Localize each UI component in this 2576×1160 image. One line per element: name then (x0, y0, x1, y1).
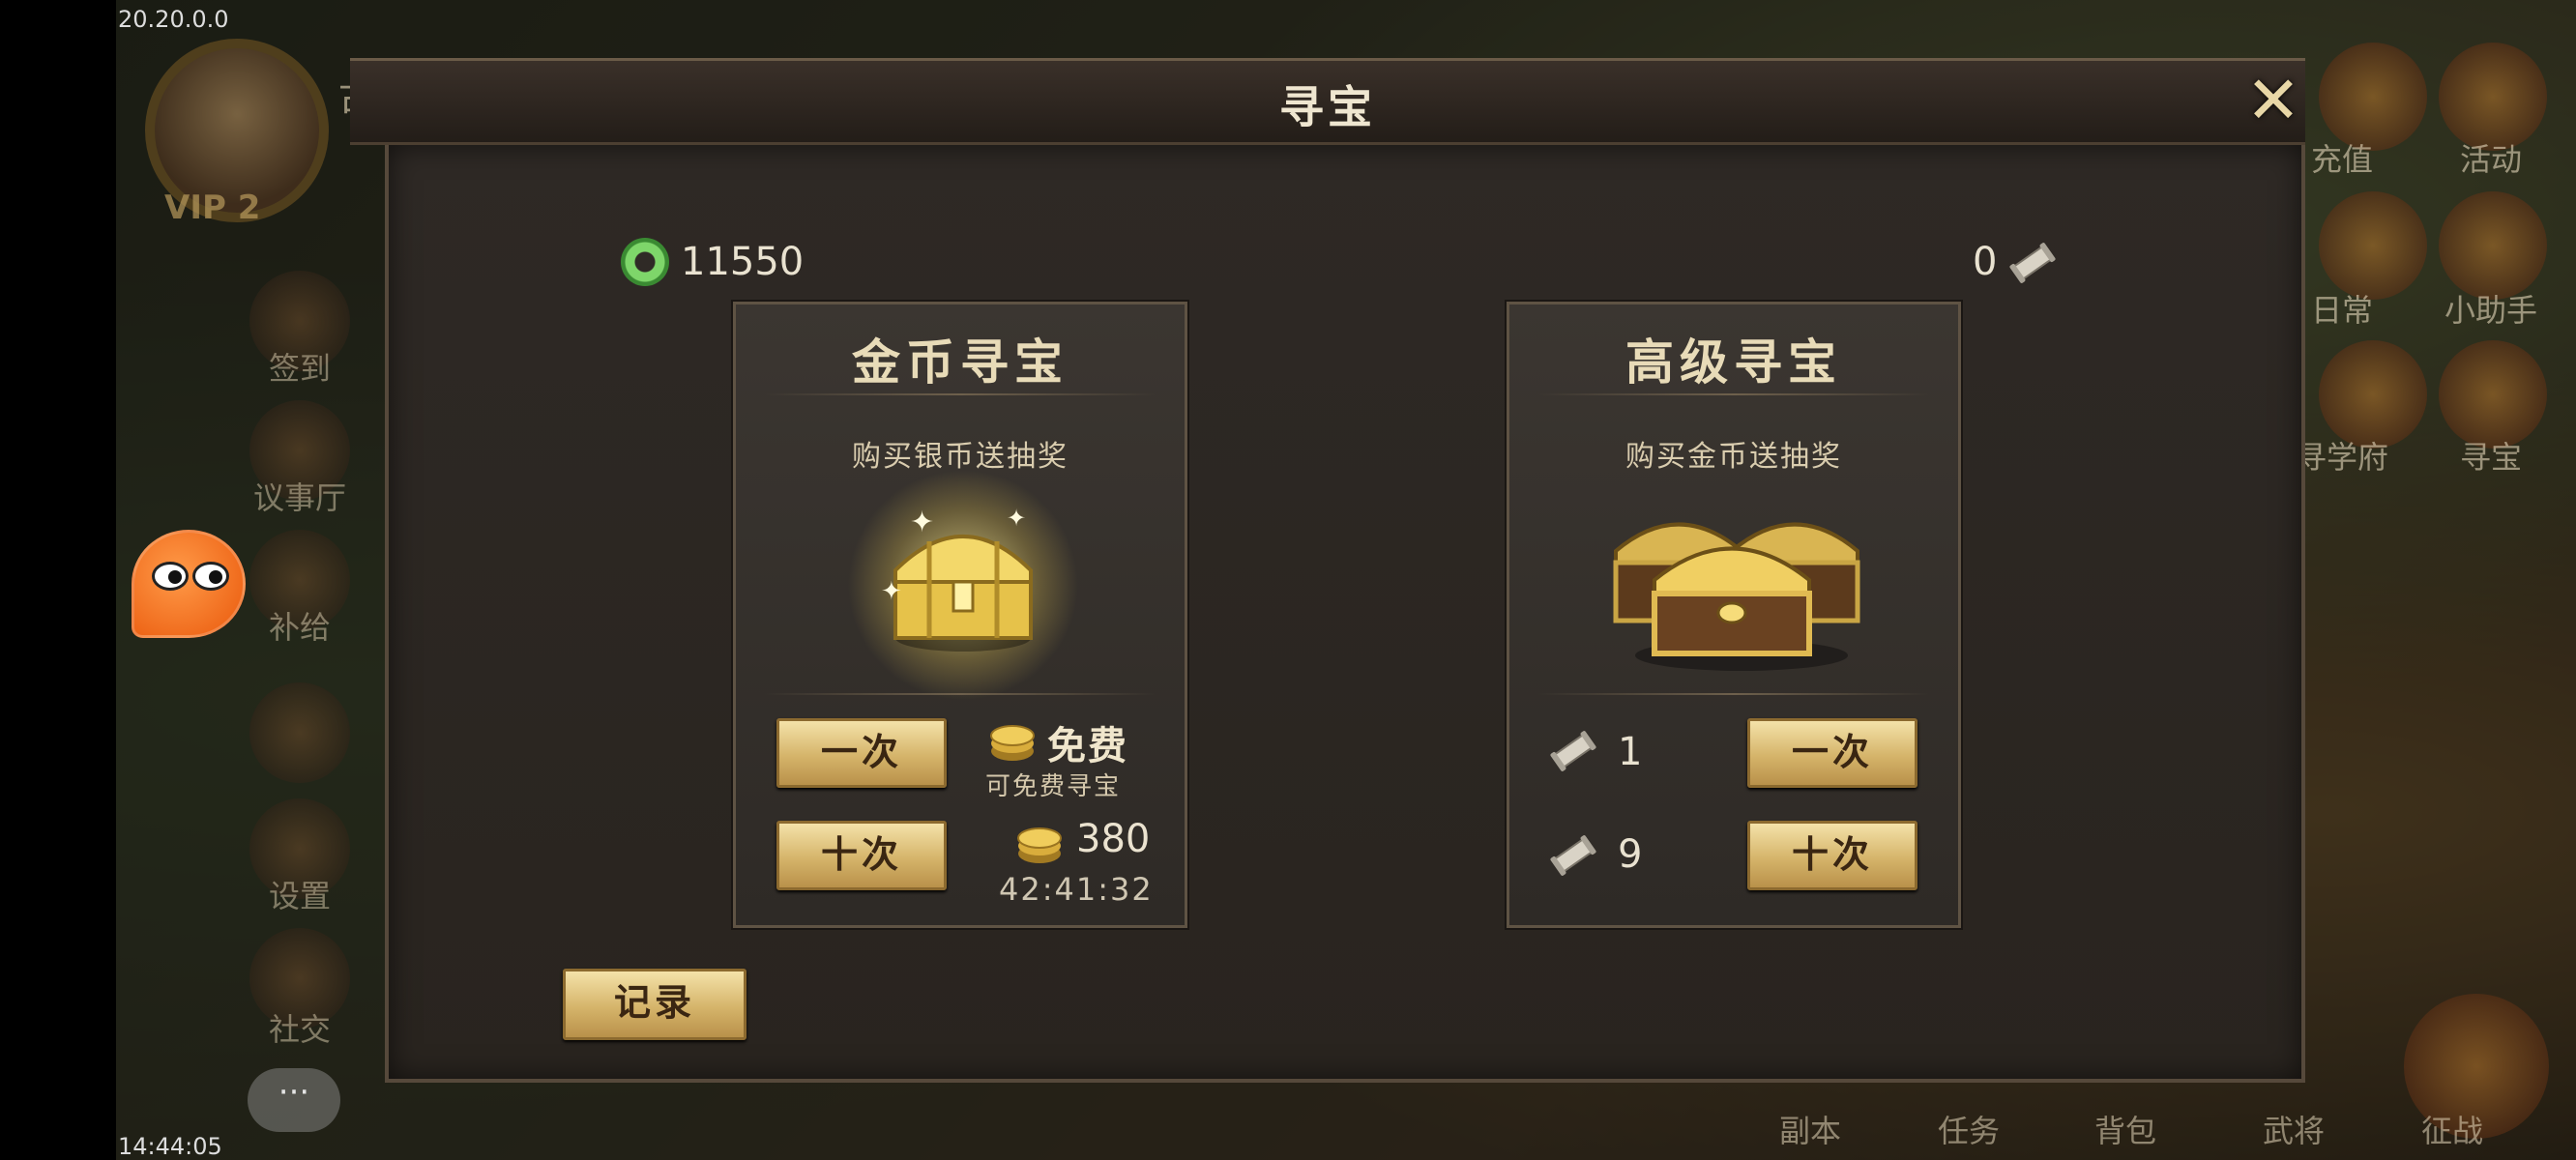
hud-bottom-label-dungeon[interactable]: 副本 (1779, 1107, 1841, 1151)
mascot-eye-left (152, 562, 189, 591)
hud-bottom-label-bag[interactable]: 背包 (2094, 1107, 2156, 1151)
countdown-timer: 42:41:32 (999, 871, 1154, 908)
card-title-advanced: 高级寻宝 (1625, 334, 1842, 391)
scroll-icon (1550, 731, 1596, 771)
hud-left-label-supply: 补给 (268, 609, 331, 646)
card-title-gold: 金币寻宝 (852, 334, 1068, 391)
hud-left-label-social: 社交 (268, 1011, 331, 1048)
assistant-scroll-icon[interactable] (2439, 191, 2547, 300)
gold-ten-button[interactable]: 十次 (776, 821, 947, 890)
advanced-once-button[interactable]: 一次 (1747, 718, 1917, 788)
gold-coin-icon (1017, 827, 1062, 863)
advanced-ten-button[interactable]: 十次 (1747, 821, 1917, 890)
scroll-icon (2009, 243, 2056, 283)
svg-text:✦: ✦ (910, 506, 934, 539)
daily-icon[interactable] (2319, 191, 2427, 300)
gold-treasure-card: 金币寻宝 购买银币送抽奖 ✦ ✦ ✦ 一次 十次 免费 可免费寻宝 380 42… (733, 302, 1187, 928)
hud-right-label-assistant: 小助手 (2444, 292, 2537, 329)
card-subtitle-advanced: 购买金币送抽奖 (1625, 440, 1842, 474)
status-ip: 20.20.0.0 (118, 6, 229, 33)
hud-right-label-treasure: 寻宝 (2459, 439, 2522, 476)
free-label: 免费 (1047, 724, 1128, 768)
record-button[interactable]: 记录 (563, 969, 746, 1040)
hud-left-label-council: 议事厅 (252, 479, 346, 516)
chat-icon[interactable]: ··· (248, 1068, 340, 1132)
silver-coin-icon (621, 238, 669, 286)
gold-once-button[interactable]: 一次 (776, 718, 947, 788)
scroll-balance: 0 (1973, 240, 1998, 284)
svg-text:✦: ✦ (881, 577, 902, 606)
free-hint: 可免费寻宝 (985, 772, 1122, 801)
dialog-title: 寻宝 (1279, 81, 1376, 133)
floating-assistant-icon[interactable] (132, 530, 246, 638)
hud-bottom-label-general[interactable]: 武将 (2263, 1107, 2325, 1151)
ten-draw-cost: 380 (1076, 817, 1151, 861)
advanced-treasure-card: 高级寻宝 购买金币送抽奖 1 一次 9 十次 (1507, 302, 1961, 928)
mascot-eye-right (192, 562, 229, 591)
mail-icon[interactable] (249, 682, 350, 783)
ten-scroll-cost: 9 (1618, 832, 1643, 877)
card-divider (765, 393, 1156, 395)
hud-left-label-signin: 签到 (268, 350, 331, 387)
card-divider (1538, 693, 1929, 695)
hud-right-label-activity: 活动 (2459, 141, 2522, 178)
once-scroll-cost: 1 (1618, 730, 1643, 774)
card-divider (765, 693, 1156, 695)
vip-badge: VIP 2 (164, 188, 261, 227)
hud-bottom-label-campaign[interactable]: 征战 (2421, 1107, 2483, 1151)
scroll-icon (1550, 835, 1596, 876)
treasure-chest-icon (1613, 522, 1860, 671)
close-button[interactable]: ✕ (2241, 69, 2305, 134)
treasure-dialog-titlebar: 寻宝 (350, 58, 2305, 145)
silver-balance: 11550 (681, 240, 805, 284)
close-icon: ✕ (2245, 63, 2301, 139)
gold-coin-icon (990, 725, 1035, 761)
card-divider (1538, 393, 1929, 395)
svg-text:✦: ✦ (1007, 505, 1026, 532)
hud-bottom-label-quest[interactable]: 任务 (1938, 1107, 2000, 1151)
status-clock: 14:44:05 (118, 1133, 222, 1160)
hud-left-label-settings: 设置 (268, 878, 331, 914)
treasure-chest-icon: ✦ ✦ ✦ (881, 505, 1033, 652)
